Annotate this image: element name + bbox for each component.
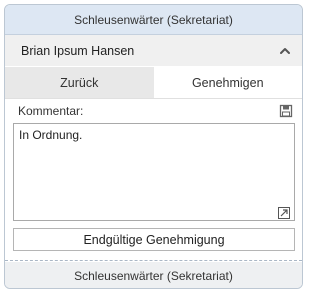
divider (5, 260, 302, 261)
stage-title: Schleusenwärter (Sekretariat) (74, 12, 233, 27)
user-row[interactable]: Brian Ipsum Hansen (5, 35, 302, 66)
next-stage-title: Schleusenwärter (Sekretariat) (74, 269, 233, 283)
approve-button[interactable]: Genehmigen (153, 67, 302, 98)
expand-icon[interactable] (278, 207, 290, 219)
save-icon[interactable] (279, 104, 293, 118)
approval-card: Schleusenwärter (Sekretariat) Brian Ipsu… (4, 4, 303, 289)
action-tabs: Zurück Genehmigen (5, 67, 302, 99)
user-name: Brian Ipsum Hansen (21, 43, 135, 58)
back-button[interactable]: Zurück (5, 67, 154, 98)
comment-label: Kommentar: (18, 104, 84, 118)
final-approval-label: Endgültige Genehmigung (83, 232, 225, 247)
next-stage-footer: Schleusenwärter (Sekretariat) (5, 262, 302, 288)
comment-field[interactable]: In Ordnung. (13, 123, 295, 221)
chevron-up-icon[interactable] (278, 44, 292, 58)
approve-button-label: Genehmigen (191, 75, 264, 90)
final-approval-button[interactable]: Endgültige Genehmigung (13, 228, 295, 251)
stage-header: Schleusenwärter (Sekretariat) (5, 5, 302, 35)
back-button-label: Zurück (60, 75, 99, 90)
